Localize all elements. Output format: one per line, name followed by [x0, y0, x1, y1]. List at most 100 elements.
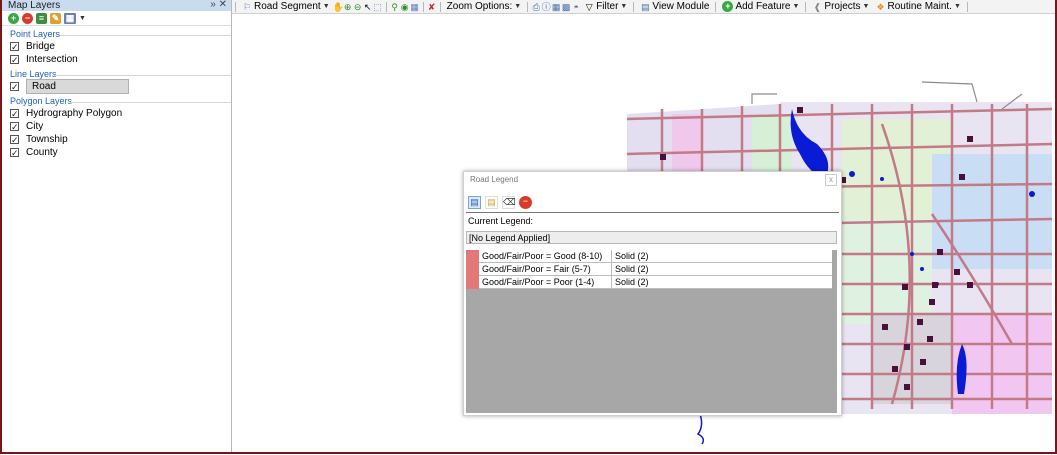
chevron-down-icon: ▼ [620, 3, 628, 10]
projects-dropdown[interactable]: ❰ Projects ▼ [809, 1, 872, 12]
filter-dropdown[interactable]: ▽ Filter ▼ [581, 1, 630, 12]
road-segment-label: Road Segment [254, 1, 321, 12]
close-icon[interactable]: x [825, 174, 837, 186]
city-polygon [672, 114, 702, 174]
remove-layer-icon[interactable]: − [22, 12, 33, 24]
info-icon[interactable]: ⓘ [541, 2, 551, 12]
legend-table: Good/Fair/Poor = Good (8-10) Solid (2) G… [466, 250, 837, 413]
routine-maint-icon: ❖ [876, 1, 885, 12]
select-box-icon[interactable]: ⬚ [373, 2, 383, 12]
chevron-down-icon: ▼ [322, 3, 330, 10]
zoom-out-icon[interactable]: ⊖ [353, 2, 363, 12]
layer-bridge[interactable]: ✓ Bridge [2, 40, 231, 53]
chevron-down-icon: ▼ [953, 3, 961, 10]
view-module-icon: ▤ [641, 1, 650, 12]
layer-label: Bridge [26, 41, 55, 52]
binoculars-icon[interactable]: ◓ [571, 2, 581, 12]
layer-hydrography-polygon[interactable]: ✓ Hydrography Polygon [2, 107, 231, 120]
globe-icon[interactable]: ◉ [400, 2, 410, 12]
add-feature-icon: + [722, 1, 734, 12]
checkbox-bridge[interactable]: ✓ [10, 42, 19, 52]
layers-grid-icon[interactable]: ▦ [410, 2, 420, 12]
chevron-down-icon: ▼ [862, 3, 870, 10]
road-segment-dropdown[interactable]: ⚐ Road Segment ▼ [239, 1, 333, 12]
add-feature-dropdown[interactable]: + Add Feature ▼ [719, 1, 802, 12]
layer-label: Intersection [26, 54, 78, 65]
view-module-button[interactable]: ▤ View Module [637, 1, 712, 12]
layer-label: Hydrography Polygon [26, 108, 123, 119]
current-legend-value: [No Legend Applied] [466, 231, 837, 244]
checkbox-road[interactable]: ✓ [10, 82, 19, 92]
layers-icon[interactable]: ≡ [36, 12, 47, 24]
road-legend-dialog: Road Legend x ▤ ▤ ⌫ − Current Legend: [N… [463, 171, 842, 416]
color-swatch [466, 263, 479, 276]
checkbox-hydrography[interactable]: ✓ [10, 109, 19, 119]
pan-hand-icon[interactable]: ✋ [333, 2, 344, 12]
table-icon[interactable]: ▦ [551, 2, 561, 12]
checkbox-township[interactable]: ✓ [10, 135, 19, 145]
chevron-down-icon[interactable]: ▼ [79, 15, 86, 22]
legend-view-icon[interactable]: ▤ [468, 195, 481, 209]
river-line [696, 413, 705, 445]
layer-label: City [26, 121, 44, 132]
add-feature-label: Add Feature [735, 1, 791, 12]
options-dropdown-icon[interactable]: ▦ [64, 12, 76, 24]
add-layer-icon[interactable]: + [8, 12, 19, 24]
dialog-title-bar: Road Legend x [464, 172, 841, 187]
road-segment-icon: ⚐ [242, 1, 252, 12]
layer-county[interactable]: ✓ County [2, 146, 231, 159]
legend-row[interactable]: Good/Fair/Poor = Poor (1-4) Solid (2) [466, 276, 832, 289]
group-polygon-layers: Polygon Layers [2, 96, 231, 107]
view-module-label: View Module [652, 1, 710, 12]
layer-road[interactable]: ✓ Road [2, 79, 231, 94]
color-swatch [466, 250, 479, 263]
panel-title-bar: Map Layers » ✕ [2, 0, 231, 11]
layer-township[interactable]: ✓ Township [2, 133, 231, 146]
projects-icon: ❰ [813, 1, 822, 12]
routine-maint-dropdown[interactable]: ❖ Routine Maint. ▼ [872, 1, 963, 12]
layer-label: Road [26, 79, 129, 94]
checkbox-county[interactable]: ✓ [10, 148, 19, 158]
select-arrow-icon[interactable]: ↖ [363, 2, 373, 12]
legend-condition: Good/Fair/Poor = Poor (1-4) [479, 276, 612, 288]
panel-title: Map Layers [8, 0, 61, 11]
chevron-down-icon: ▼ [514, 3, 522, 10]
divider [466, 212, 839, 213]
group-line-layers: Line Layers [2, 69, 231, 80]
print-icon[interactable]: ⎙ [531, 2, 541, 12]
layer-city[interactable]: ✓ City [2, 120, 231, 133]
legend-condition: Good/Fair/Poor = Good (8-10) [479, 250, 612, 262]
measure-icon[interactable]: ✘ [427, 2, 437, 12]
checkbox-intersection[interactable]: ✓ [10, 55, 19, 65]
map-layers-panel: Map Layers » ✕ + − ≡ ✎ ▦ ▼ Point Layers … [2, 0, 232, 452]
layer-intersection[interactable]: ✓ Intersection [2, 53, 231, 66]
current-legend-label: Current Legend: [468, 216, 534, 226]
pin-close-icon[interactable]: » ✕ [210, 0, 227, 10]
tools-icon[interactable]: ✎ [50, 12, 61, 24]
layer-toolbar: + − ≡ ✎ ▦ ▼ [2, 11, 231, 26]
group-point-layers: Point Layers [2, 29, 231, 40]
eraser-icon[interactable]: ⌫ [502, 195, 516, 209]
layer-label: Township [26, 134, 68, 145]
zoom-options-dropdown[interactable]: Zoom Options: ▼ [444, 1, 525, 12]
township-polygon [838, 219, 932, 324]
color-swatch [466, 276, 479, 289]
legend-style: Solid (2) [615, 264, 649, 274]
grid-icon[interactable]: ▩ [561, 2, 571, 12]
legend-toolbar: ▤ ▤ ⌫ − [464, 193, 841, 211]
legend-open-icon[interactable]: ▤ [485, 195, 498, 209]
dialog-title: Road Legend [470, 175, 519, 184]
remove-icon[interactable]: − [519, 195, 532, 209]
main-toolbar: ⚐ Road Segment ▼ ✋ ⊕ ⊖ ↖ ⬚ ⚲ ◉ ▦ ✘ Zoom … [232, 0, 1055, 14]
checkbox-city[interactable]: ✓ [10, 122, 19, 132]
filter-icon: ▽ [585, 1, 593, 12]
projects-label: Projects [824, 1, 861, 12]
legend-style: Solid (2) [615, 251, 649, 261]
legend-row[interactable]: Good/Fair/Poor = Fair (5-7) Solid (2) [466, 263, 832, 276]
legend-row[interactable]: Good/Fair/Poor = Good (8-10) Solid (2) [466, 250, 832, 263]
legend-condition: Good/Fair/Poor = Fair (5-7) [479, 263, 612, 275]
zoom-in-icon[interactable]: ⊕ [343, 2, 353, 12]
filter-label: Filter [596, 1, 619, 12]
zoom-extent-icon[interactable]: ⚲ [390, 2, 400, 12]
layer-label: County [26, 147, 58, 158]
